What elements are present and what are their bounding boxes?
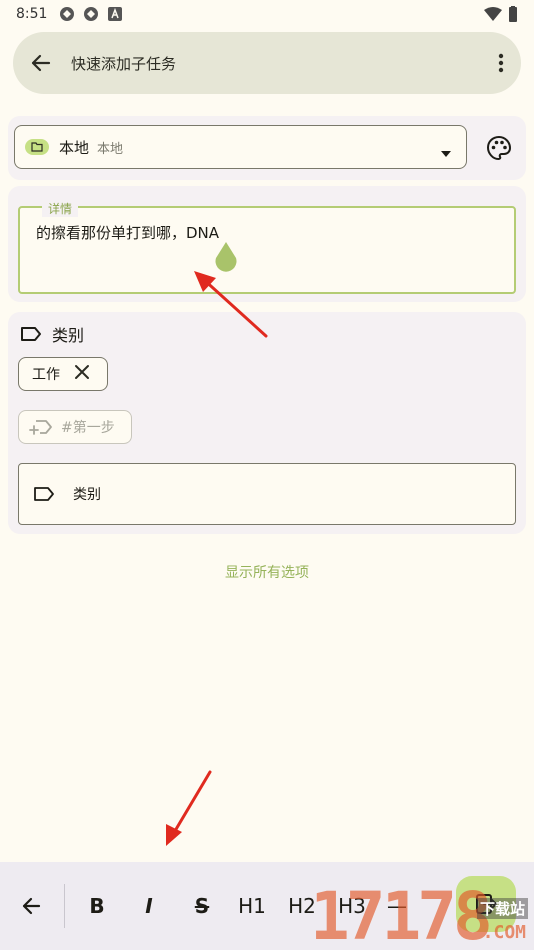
toolbar-divider [64,884,65,928]
category-chip-work[interactable]: 工作 [18,357,108,391]
category-input[interactable]: 类别 [18,463,516,525]
more-vert-icon [498,53,504,73]
bold-button[interactable]: B [73,862,121,950]
save-fab-button[interactable] [456,876,516,932]
location-dropdown[interactable]: 本地 本地 [14,125,467,169]
detail-text: 的擦看那份单打到哪，DNA [36,224,220,242]
wifi-icon [484,7,502,25]
folder-icon [25,139,49,155]
label-icon [21,327,41,341]
format-toolbar: B I S H1 H2 H3 — [0,862,534,950]
italic-button[interactable]: I [121,862,177,950]
more-options-button[interactable] [481,32,521,94]
location-name: 本地 [59,138,90,157]
strikethrough-button[interactable]: S [177,862,227,950]
location-subtitle: 本地 [97,141,124,157]
close-icon[interactable] [74,364,90,384]
top-app-bar: 快速添加子任务 [13,32,521,94]
arrow-left-icon [22,897,41,915]
status-bar: 8:51 [0,0,534,28]
heading3-button[interactable]: H3 [327,862,377,950]
location-card: 本地 本地 [8,116,526,180]
category-input-placeholder: 类别 [73,487,101,503]
chip-label: 工作 [32,367,60,383]
arrow-left-icon [31,54,51,72]
new-label-icon [29,420,52,435]
heading1-button[interactable]: H1 [227,862,277,950]
status-time: 8:51 [16,6,48,22]
caret-down-icon [440,143,452,162]
battery-icon [508,6,518,26]
app-notification-icon [59,6,75,22]
heading2-button[interactable]: H2 [277,862,327,950]
app-notification-icon [83,6,99,22]
show-all-options-link[interactable]: 显示所有选项 [0,562,534,582]
palette-button[interactable] [486,135,512,161]
toolbar-back-button[interactable] [0,862,62,950]
add-category-chip[interactable]: #第一步 [18,410,132,444]
category-title: 类别 [52,326,85,345]
annotation-arrow-icon [194,271,268,338]
save-exit-icon [476,894,497,914]
label-icon [34,487,54,501]
category-header: 类别 [20,322,84,346]
category-card: 类别 工作 #第一步 类别 [8,312,526,534]
detail-label: 详情 [42,200,79,217]
annotation-arrow-icon [166,770,212,846]
add-chip-placeholder: #第一步 [61,420,115,436]
back-button[interactable] [13,32,67,94]
page-title: 快速添加子任务 [71,54,177,73]
horizontal-rule-button[interactable]: — [377,862,417,950]
palette-icon [486,135,512,161]
text-a-icon [107,6,123,22]
